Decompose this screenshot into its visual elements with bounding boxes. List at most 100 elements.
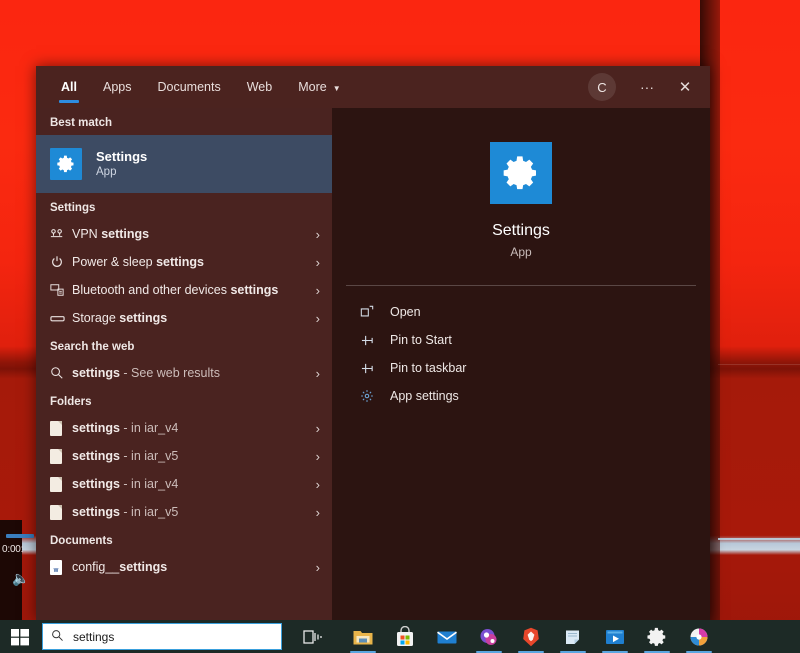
result-label: settings - in iar_v4 — [72, 421, 316, 435]
speaker-icon[interactable]: 🔈 — [12, 570, 29, 587]
sticky-notes-icon[interactable] — [552, 620, 594, 653]
open-window-icon — [360, 305, 390, 319]
avatar[interactable]: C — [588, 73, 616, 101]
result-row-folder[interactable]: settings - in iar_v4 › — [36, 414, 332, 442]
chevron-right-icon[interactable]: › — [316, 477, 324, 492]
result-label: settings - See web results — [72, 366, 316, 380]
result-row-bluetooth-settings[interactable]: Bluetooth and other devices settings › — [36, 276, 332, 304]
preview-pane: Settings App Open Pin to Start — [332, 108, 710, 620]
action-label: Pin to Start — [390, 333, 452, 347]
action-label: Open — [390, 305, 421, 319]
group-header-documents: Documents — [36, 526, 332, 553]
tab-apps[interactable]: Apps — [90, 66, 145, 108]
tab-apps-label: Apps — [103, 80, 132, 94]
chevron-right-icon[interactable]: › — [316, 449, 324, 464]
tab-documents[interactable]: Documents — [144, 66, 233, 108]
result-label: Storage settings — [72, 311, 316, 325]
chevron-right-icon[interactable]: › — [316, 560, 324, 575]
result-row-folder[interactable]: settings - in iar_v4 › — [36, 470, 332, 498]
window-controls: C ··· ✕ — [588, 66, 704, 108]
preview-app-name: Settings — [492, 222, 550, 240]
storage-icon — [50, 314, 72, 323]
folder-file-icon — [50, 477, 72, 492]
chevron-right-icon[interactable]: › — [316, 421, 324, 436]
flyout-header: All Apps Documents Web More ▼ C ··· ✕ — [36, 66, 710, 108]
media-app-glyph — [478, 626, 500, 648]
pin-icon — [360, 334, 390, 347]
results-list[interactable]: Best match Settings App Settings — [36, 108, 332, 620]
task-view-button[interactable] — [292, 620, 334, 653]
result-row-storage-settings[interactable]: Storage settings › — [36, 304, 332, 332]
media-overlay[interactable]: 0:00: 🔈 — [0, 528, 34, 620]
chevron-right-icon[interactable]: › — [316, 311, 324, 326]
tab-all-label: All — [61, 80, 77, 94]
tab-all[interactable]: All — [48, 66, 90, 108]
result-row-vpn-settings[interactable]: VPN settings › — [36, 220, 332, 248]
close-icon[interactable]: ✕ — [666, 66, 704, 108]
movies-tv-glyph — [604, 626, 626, 648]
folder-file-icon — [50, 449, 72, 464]
store-glyph — [394, 626, 416, 648]
group-header-best-match: Best match — [36, 108, 332, 135]
taskbar-pinned-apps — [342, 620, 720, 653]
brave-glyph — [520, 626, 542, 648]
action-open[interactable]: Open — [346, 298, 696, 326]
best-match-text: Settings App — [96, 148, 147, 180]
media-app-icon[interactable] — [468, 620, 510, 653]
movies-tv-icon[interactable] — [594, 620, 636, 653]
media-progress-bar[interactable] — [6, 534, 34, 538]
mail-glyph — [436, 626, 458, 648]
result-row-document[interactable]: W config__settings › — [36, 553, 332, 581]
search-icon — [50, 366, 72, 380]
chevron-right-icon[interactable]: › — [316, 283, 324, 298]
taskbar-search-value: settings — [73, 630, 114, 644]
result-row-folder[interactable]: settings - in iar_v5 › — [36, 498, 332, 526]
action-app-settings[interactable]: App settings — [346, 382, 696, 410]
taskbar: settings — [0, 620, 800, 653]
gear-icon-glyph — [56, 154, 76, 174]
action-label: App settings — [390, 389, 459, 403]
vpn-icon — [50, 228, 72, 240]
tab-more-label: More — [298, 80, 326, 94]
result-label: Power & sleep settings — [72, 255, 316, 269]
gear-icon — [490, 142, 552, 204]
file-explorer-glyph — [352, 626, 374, 648]
tab-web[interactable]: Web — [234, 66, 285, 108]
result-row-web-search[interactable]: settings - See web results › — [36, 359, 332, 387]
file-explorer-icon[interactable] — [342, 620, 384, 653]
settings-icon[interactable] — [636, 620, 678, 653]
start-button[interactable] — [0, 620, 40, 653]
result-label: settings - in iar_v4 — [72, 477, 316, 491]
preview-divider — [346, 285, 696, 286]
chevron-right-icon[interactable]: › — [316, 255, 324, 270]
action-pin-to-start[interactable]: Pin to Start — [346, 326, 696, 354]
brave-browser-icon[interactable] — [510, 620, 552, 653]
tab-bar: All Apps Documents Web More ▼ — [36, 66, 354, 108]
best-match-type: App — [96, 165, 147, 180]
microsoft-store-icon[interactable] — [384, 620, 426, 653]
paint-3d-icon[interactable] — [678, 620, 720, 653]
more-options-icon[interactable]: ··· — [628, 66, 666, 108]
flyout-body: Best match Settings App Settings — [36, 108, 710, 620]
folder-file-icon — [50, 421, 72, 436]
sticky-notes-glyph — [562, 626, 584, 648]
result-row-folder[interactable]: settings - in iar_v5 › — [36, 442, 332, 470]
chevron-right-icon[interactable]: › — [316, 505, 324, 520]
tab-more[interactable]: More ▼ — [285, 66, 353, 108]
action-pin-to-taskbar[interactable]: Pin to taskbar — [346, 354, 696, 382]
result-row-power-sleep-settings[interactable]: Power & sleep settings › — [36, 248, 332, 276]
best-match-row[interactable]: Settings App — [36, 135, 332, 193]
chevron-right-icon[interactable]: › — [316, 366, 324, 381]
media-timestamp: 0:00: — [2, 544, 23, 555]
folder-file-icon — [50, 505, 72, 520]
chevron-right-icon[interactable]: › — [316, 227, 324, 242]
mail-icon[interactable] — [426, 620, 468, 653]
document-icon: W — [50, 560, 72, 575]
tab-web-label: Web — [247, 80, 272, 94]
avatar-initial: C — [597, 80, 606, 95]
desktop-divider-line — [718, 538, 800, 540]
result-label: settings - in iar_v5 — [72, 505, 316, 519]
taskbar-search-input[interactable]: settings — [42, 623, 282, 650]
pin-icon — [360, 362, 390, 375]
task-view-icon — [302, 626, 324, 648]
